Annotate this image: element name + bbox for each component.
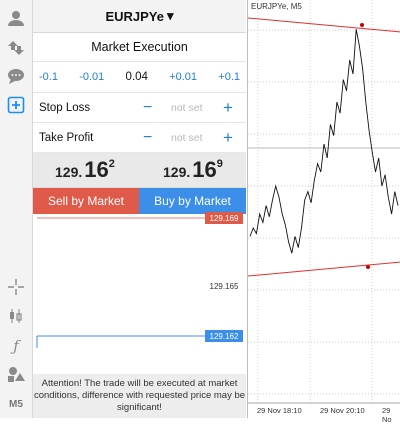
price-chart[interactable]: EURJPYe, M5 29 Nov 18:10 29 Nov 20:10 29… [247,0,400,424]
x-axis-label: 29 Nov 20:10 [320,406,365,415]
volume-row: -0.1 -0.01 0.04 +0.01 +0.1 [33,62,246,93]
ask-price-pips: 16 [192,157,217,182]
user-icon[interactable] [4,6,28,30]
volume-plus-big-button[interactable]: +0.1 [218,71,240,83]
price-display: 129. 16 2 129. 16 9 [33,153,246,188]
take-profit-value[interactable]: not set [171,132,203,144]
symbol-selector[interactable]: EURJPYe ▾ [33,0,246,33]
trend-line-anchor[interactable] [366,265,370,269]
bid-price: 129. 16 2 [55,157,115,183]
timeframe-button[interactable]: M5 [4,392,28,416]
take-profit-row: Take Profit − not set + [33,123,246,153]
trend-line-anchor[interactable] [360,23,364,27]
new-order-icon[interactable] [4,93,28,117]
bid-price-fraction: 2 [108,158,115,170]
stop-loss-plus-button[interactable]: + [223,98,233,118]
ask-price: 129. 16 9 [163,157,223,183]
candles-icon[interactable] [4,304,28,328]
execution-type-selector[interactable]: Market Execution [33,33,246,62]
bid-level-label: 129.162 [210,332,239,341]
chat-icon[interactable] [4,64,28,88]
x-axis-label: 29 No [382,406,392,424]
chart-title: EURJPYe, M5 [251,2,302,11]
volume-value[interactable]: 0.04 [126,71,148,83]
symbol-label: EURJPYe [105,8,164,24]
stop-loss-label: Stop Loss [39,101,91,114]
trend-line-lower[interactable] [248,261,400,277]
order-panel: EURJPYe ▾ Market Execution -0.1 -0.01 0.… [33,0,246,418]
function-icon[interactable]: ƒ [4,334,28,358]
take-profit-minus-button[interactable]: − [143,129,152,147]
volume-plus-small-button[interactable]: +0.01 [169,71,197,83]
left-toolbar: ƒ M5 [0,0,33,418]
ask-price-main: 129. [163,164,191,180]
tick-chart: 129.169 129.165 129.162 [36,212,243,348]
bid-price-main: 129. [55,164,83,180]
crosshair-icon[interactable] [4,275,28,299]
price-series-line [249,29,399,254]
chart-grid [248,0,400,403]
stop-loss-row: Stop Loss − not set + [33,93,246,123]
chevron-down-icon: ▾ [167,8,174,23]
volume-minus-small-button[interactable]: -0.01 [79,71,104,83]
mid-level-label: 129.165 [210,282,239,291]
ask-level-label: 129.169 [210,214,239,223]
objects-icon[interactable] [4,362,28,386]
x-axis-label: 29 Nov 18:10 [257,406,302,415]
stop-loss-minus-button[interactable]: − [143,99,152,117]
take-profit-plus-button[interactable]: + [223,128,233,148]
volume-minus-big-button[interactable]: -0.1 [39,71,58,83]
execution-warning: Attention! The trade will be executed at… [33,374,246,418]
stop-loss-value[interactable]: not set [171,102,203,114]
chart-canvas[interactable] [248,0,400,418]
transfer-icon[interactable] [4,36,28,60]
ask-price-fraction: 9 [216,158,223,170]
take-profit-label: Take Profit [39,131,94,144]
bid-price-pips: 16 [84,157,109,182]
